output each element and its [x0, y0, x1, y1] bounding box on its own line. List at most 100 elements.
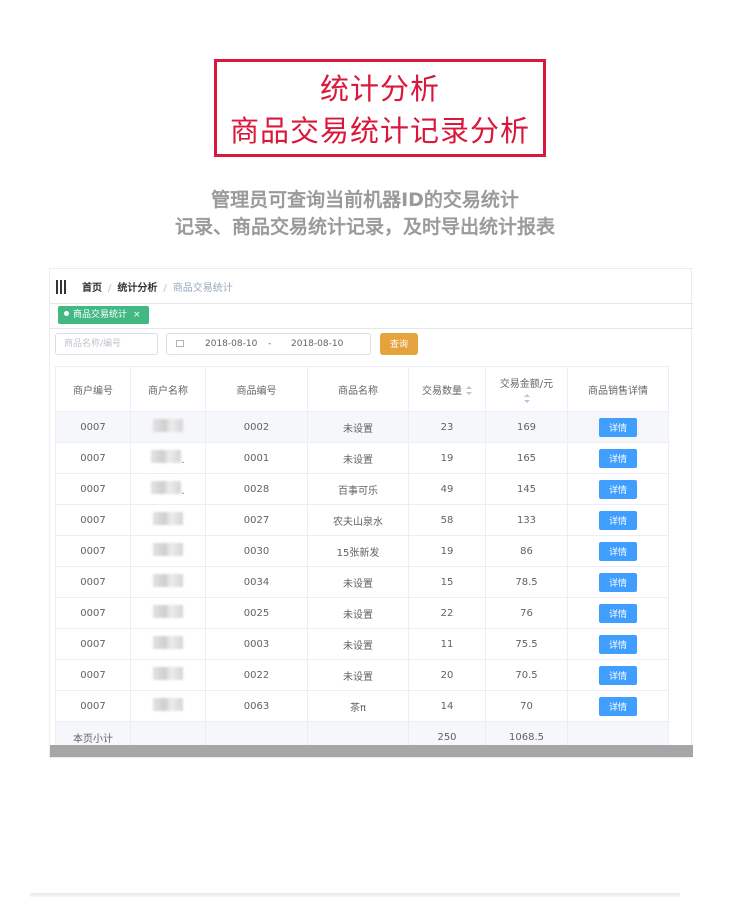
title-line-1: 统计分析	[319, 72, 440, 106]
merchant-no-cell: 0007	[55, 566, 131, 598]
qty-cell: 22	[408, 597, 486, 629]
merchant-name-text: .	[181, 486, 185, 497]
table-row: 0007. 0028 百事可乐 49 145 详情	[55, 473, 669, 505]
date-separator: -	[268, 339, 272, 349]
header-label: 商户编号	[73, 385, 113, 397]
active-dot-icon	[64, 311, 69, 316]
qty-cell: 11	[408, 628, 486, 660]
breadcrumb: 首页 / 统计分析 / 商品交易统计	[82, 279, 233, 294]
merchant-no-cell: 0007	[55, 690, 131, 722]
merchant-name-cell	[130, 566, 206, 598]
col-qty[interactable]: 交易数量	[408, 366, 486, 412]
col-product-name: 商品名称	[307, 366, 409, 412]
redacted-name	[153, 698, 183, 711]
tab-label: 商品交易统计	[73, 310, 128, 320]
redacted-name	[153, 605, 183, 618]
amount-cell: 145	[485, 473, 568, 505]
product-no-cell: 0001	[205, 442, 308, 474]
table-row: 0007 0003 未设置 11 75.5 详情	[55, 628, 669, 660]
redacted-name	[153, 667, 183, 680]
description-line-2: 记录、商品交易统计记录，及时导出统计报表	[174, 216, 555, 238]
hamburger-icon[interactable]	[56, 279, 68, 294]
merchant-no-cell: 0007	[55, 628, 131, 660]
table-row: 0007 0034 未设置 15 78.5 详情	[55, 566, 669, 598]
amount-cell: 169	[485, 411, 568, 443]
detail-cell: 详情	[567, 659, 669, 691]
query-button[interactable]: 查询	[380, 333, 418, 355]
product-name-cell: 未设置	[307, 442, 409, 474]
detail-button[interactable]: 详情	[599, 541, 637, 561]
tags-view: 商品交易统计 ×	[50, 303, 693, 329]
product-no-cell: 0003	[205, 628, 308, 660]
title-box: 统计分析 商品交易统计记录分析	[214, 59, 546, 157]
detail-button[interactable]: 详情	[599, 572, 637, 592]
table-row: 0007 0022 未设置 20 70.5 详情	[55, 659, 669, 691]
filter-bar: 商品名称/编号 2018-08-10 - 2018-08-10 查询	[55, 333, 685, 355]
product-no-cell: 0027	[205, 504, 308, 536]
detail-button[interactable]: 详情	[599, 603, 637, 623]
detail-button[interactable]: 详情	[599, 417, 637, 437]
amount-cell: 133	[485, 504, 568, 536]
breadcrumb-home[interactable]: 首页	[82, 283, 102, 294]
detail-cell: 详情	[567, 442, 669, 474]
qty-cell: 20	[408, 659, 486, 691]
detail-button[interactable]: 详情	[599, 696, 637, 716]
breadcrumb-section[interactable]: 统计分析	[117, 283, 157, 294]
amount-cell: 70	[485, 690, 568, 722]
merchant-name-cell	[130, 659, 206, 691]
qty-cell: 23	[408, 411, 486, 443]
breadcrumb-separator: /	[163, 283, 167, 294]
detail-button[interactable]: 详情	[599, 448, 637, 468]
qty-cell: 58	[408, 504, 486, 536]
detail-button[interactable]: 详情	[599, 510, 637, 530]
product-name-cell: 农夫山泉水	[307, 504, 409, 536]
detail-button[interactable]: 详情	[599, 479, 637, 499]
merchant-name-cell	[130, 690, 206, 722]
redacted-name	[153, 419, 183, 432]
description-line-1: 管理员可查询当前机器ID的交易统计	[211, 189, 519, 211]
table-header-row: 商户编号 商户名称 商品编号 商品名称 交易数量 交易金额/元 商品销售详情	[55, 366, 669, 412]
amount-cell: 75.5	[485, 628, 568, 660]
sort-icon[interactable]	[523, 394, 530, 403]
col-amount[interactable]: 交易金额/元	[485, 366, 568, 412]
table-row: 0007 0027 农夫山泉水 58 133 详情	[55, 504, 669, 536]
table-border	[668, 366, 669, 746]
horizontal-scrollbar[interactable]	[50, 745, 693, 757]
divider	[30, 893, 680, 897]
merchant-name-cell	[130, 628, 206, 660]
search-input[interactable]: 商品名称/编号	[55, 333, 158, 355]
col-merchant-name: 商户名称	[130, 366, 206, 412]
close-icon[interactable]: ×	[133, 310, 141, 320]
qty-cell: 19	[408, 442, 486, 474]
header-label: 商户名称	[148, 385, 188, 397]
qty-cell: 49	[408, 473, 486, 505]
merchant-name-cell: .	[130, 442, 206, 474]
table-row: 0007 0030 15张新发 19 86 详情	[55, 535, 669, 567]
col-merchant-no: 商户编号	[55, 366, 131, 412]
amount-cell: 76	[485, 597, 568, 629]
product-name-cell: 未设置	[307, 566, 409, 598]
sort-icon[interactable]	[466, 386, 472, 395]
tab-product-stats[interactable]: 商品交易统计 ×	[58, 306, 149, 324]
date-start[interactable]: 2018-08-10	[205, 339, 257, 349]
amount-cell: 165	[485, 442, 568, 474]
detail-button[interactable]: 详情	[599, 665, 637, 685]
merchant-no-cell: 0007	[55, 659, 131, 691]
detail-cell: 详情	[567, 690, 669, 722]
merchant-name-cell	[130, 411, 206, 443]
table-row: 0007 0002 未设置 23 169 详情	[55, 411, 669, 443]
detail-cell: 详情	[567, 628, 669, 660]
header-label: 商品编号	[236, 385, 277, 397]
date-range-picker[interactable]: 2018-08-10 - 2018-08-10	[166, 333, 371, 355]
breadcrumb-separator: /	[108, 283, 112, 294]
detail-cell: 详情	[567, 566, 669, 598]
date-end[interactable]: 2018-08-10	[291, 339, 343, 349]
table-row: 0007 0025 未设置 22 76 详情	[55, 597, 669, 629]
product-no-cell: 0022	[205, 659, 308, 691]
app-panel: 首页 / 统计分析 / 商品交易统计 商品交易统计 × 商品名称/编号 2018-08-1…	[49, 268, 693, 758]
redacted-name	[153, 543, 183, 556]
calendar-icon	[176, 340, 184, 347]
merchant-no-cell: 0007	[55, 504, 131, 536]
detail-button[interactable]: 详情	[599, 634, 637, 654]
header-label: 交易数量	[422, 385, 462, 397]
